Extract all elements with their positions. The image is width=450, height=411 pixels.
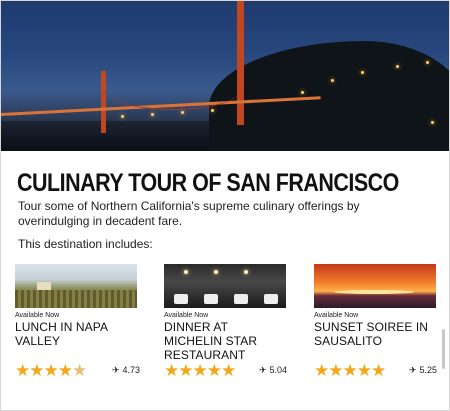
sausalito-sunset-thumbnail[interactable] [314,264,436,308]
table [264,294,278,304]
light [431,121,434,124]
destination-card-michelin[interactable]: Available Now DINNER AT MICHELIN STAR RE… [164,264,286,362]
vineyard-rows [15,290,137,308]
star-rating: ★★★★★ [164,361,236,380]
destination-name[interactable]: DINNER AT MICHELIN STAR RESTAURANT [164,320,286,362]
napa-valley-thumbnail[interactable] [15,264,137,308]
availability-label: Available Now [15,312,60,319]
score-value: 4.73 [122,365,141,375]
bridge-cable [105,69,241,110]
star-icon: ★ [328,361,343,380]
winery-building [37,282,51,290]
availability-label: Available Now [314,312,359,319]
star-icon: ★ [371,361,386,380]
destination-name[interactable]: LUNCH IN NAPA VALLEY [15,320,137,348]
destination-card-sausalito[interactable]: Available Now SUNSET SOIREE IN SAUSALITO [314,264,436,348]
hero-image-golden-gate [1,1,449,151]
availability-label: Available Now [164,312,209,319]
plane-icon: ✈ [112,365,120,375]
star-icon: ★ [314,361,329,380]
page-title: CULINARY TOUR OF SAN FRANCISCO [17,169,399,197]
light [211,109,214,112]
lamp [214,270,218,274]
star-icon: ★ [206,361,222,380]
star-icon: ★ [164,361,179,380]
star-icon: ★ [43,361,59,380]
scrollbar[interactable] [442,329,445,369]
includes-label: This destination includes: [18,237,153,251]
star-icon: ★ [221,361,236,380]
score: ✈ 5.04 [259,365,287,376]
tour-description: Tour some of Northern California's supre… [18,199,360,228]
plane-icon: ✈ [409,365,417,375]
hero-hill [209,41,449,151]
score-value: 5.25 [419,365,438,375]
bridge-tower-right [237,1,244,125]
page-frame: CULINARY TOUR OF SAN FRANCISCO Tour some… [0,0,450,411]
light [121,115,124,118]
star-rating: ★★★★★ [314,361,386,380]
light [301,91,304,94]
michelin-restaurant-thumbnail[interactable] [164,264,286,308]
light [151,113,154,116]
star-icon: ★ [178,361,193,380]
score-value: 5.04 [269,365,288,375]
destination-card-napa[interactable]: Available Now LUNCH IN NAPA VALLEY [15,264,137,348]
light [361,71,364,74]
plane-icon: ✈ [259,365,267,375]
light [396,65,399,68]
table [234,294,248,304]
table [204,294,218,304]
star-icon: ★ [192,361,208,380]
destination-name[interactable]: SUNSET SOIREE IN SAUSALITO [314,320,436,348]
star-icon: ★ [356,361,372,380]
star-icon: ★ [342,361,358,380]
light [426,61,429,64]
table [174,294,188,304]
star-icon: ★ [57,361,73,380]
lamp [244,270,248,274]
score: ✈ 5.25 [409,365,437,376]
star-icon: ★ [29,361,44,380]
star-rating: ★★★★★ [15,361,87,380]
lamp [184,270,188,274]
score: ✈ 4.73 [112,365,140,376]
light [331,79,334,82]
half-star-icon: ★ [72,361,87,380]
sun-reflection [334,290,414,294]
star-icon: ★ [15,361,30,380]
light [181,111,184,114]
